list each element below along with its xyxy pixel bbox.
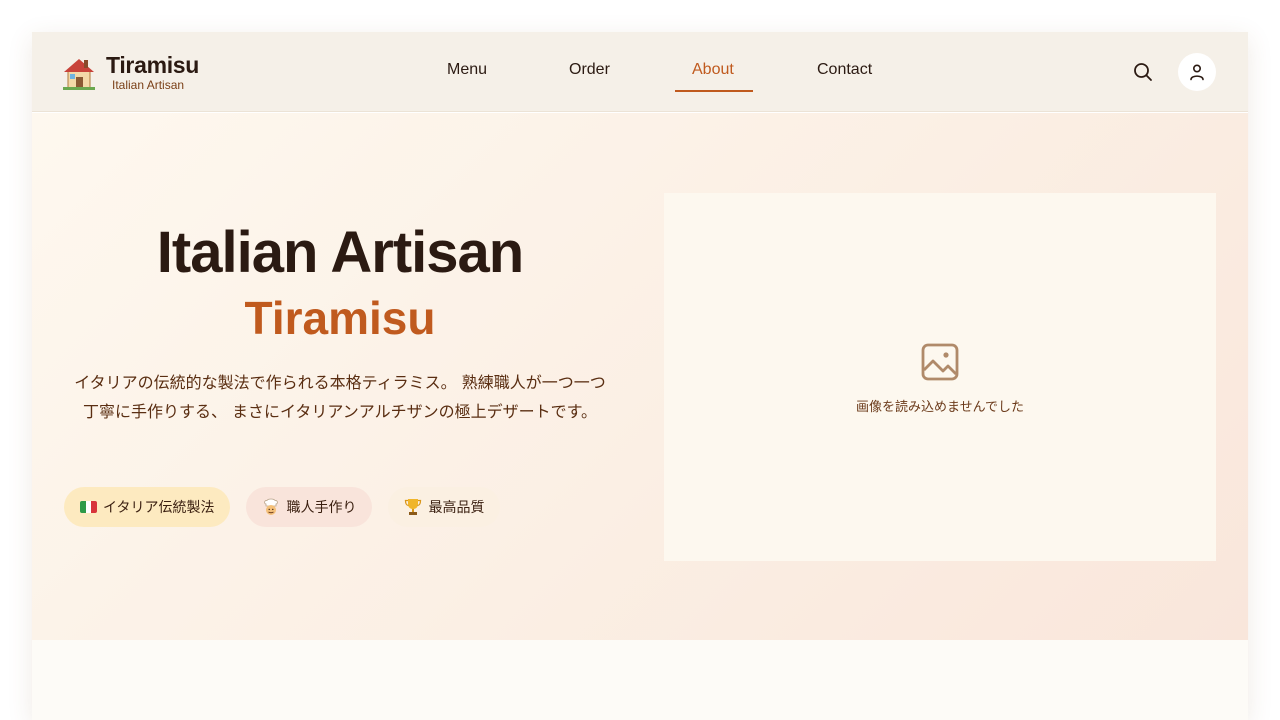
hero-title: Italian Artisan (156, 220, 524, 285)
nav-item-about[interactable]: About (692, 61, 734, 79)
hero-section: Italian Artisan Tiramisu イタリアの伝統的な製法で作られ… (32, 113, 1248, 640)
search-icon[interactable] (1131, 60, 1155, 84)
user-account-button[interactable] (1178, 53, 1216, 91)
nav-item-menu[interactable]: Menu (447, 61, 487, 79)
app-frame: Tiramisu Italian Artisan Menu Order Abou… (32, 32, 1248, 720)
broken-image-icon (921, 343, 959, 381)
hero-description: イタリアの伝統的な製法で作られる本格ティラミス。 熟練職人が一つ一つ丁寧に手作り… (74, 373, 606, 421)
feature-badges: イタリア伝統製法 職人手作り 最高品質 (64, 487, 516, 527)
chef-icon (262, 498, 280, 516)
hero-subtitle: Tiramisu (244, 292, 436, 344)
user-icon (1188, 63, 1206, 81)
badge-label: 最高品質 (428, 500, 485, 516)
hero-image-placeholder: 画像を読み込めませんでした (664, 193, 1216, 561)
badge-handmade: 職人手作り (246, 487, 373, 527)
badge-italian-tradition: イタリア伝統製法 (64, 487, 231, 527)
badge-label: イタリア伝統製法 (103, 500, 215, 516)
badge-label: 職人手作り (286, 500, 357, 516)
trophy-icon (404, 497, 422, 517)
nav-item-contact[interactable]: Contact (817, 61, 872, 79)
next-section (32, 640, 1248, 720)
badge-top-quality: 最高品質 (388, 487, 501, 527)
site-header: Tiramisu Italian Artisan Menu Order Abou… (32, 32, 1248, 112)
italy-flag-icon (80, 501, 97, 513)
active-nav-indicator (675, 90, 753, 92)
nav-item-order[interactable]: Order (569, 61, 610, 79)
image-error-message: 画像を読み込めませんでした (856, 400, 1024, 415)
main-nav: Menu Order About Contact (32, 32, 1248, 112)
